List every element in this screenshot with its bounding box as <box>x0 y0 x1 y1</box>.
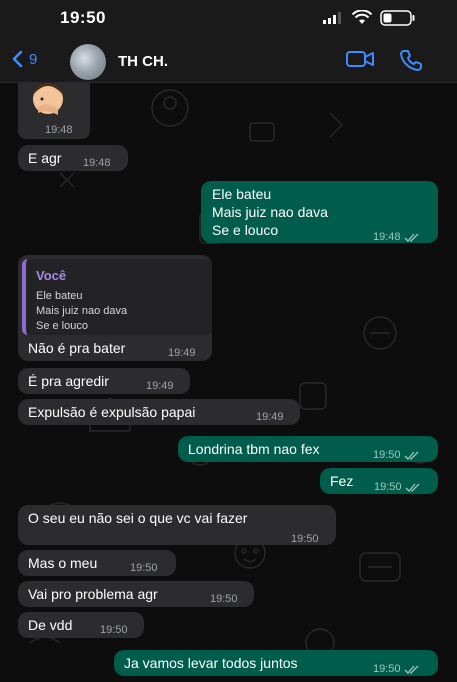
message-bubble-incoming[interactable]: Expulsão é expulsão papai 19:49 <box>18 399 300 425</box>
message-time: 19:50 <box>291 533 319 545</box>
message-time: 19:49 <box>256 411 284 423</box>
message-bubble-outgoing[interactable]: Londrina tbm nao fex 19:50 <box>178 436 438 462</box>
message-bubble-incoming[interactable]: É pra agredir 19:49 <box>18 368 190 394</box>
contact-name[interactable]: TH CH. <box>118 53 168 70</box>
status-bar: 19:50 <box>0 0 457 38</box>
message-bubble-incoming[interactable]: Mas o meu 19:50 <box>18 550 176 576</box>
unread-count: 9 <box>29 50 38 68</box>
message-text: O seu eu não sei o que vc vai fazer <box>28 510 248 526</box>
chevron-left-icon <box>12 50 23 68</box>
message-time: 19:48 <box>83 157 111 169</box>
message-text: Londrina tbm nao fex <box>188 441 320 457</box>
message-text-line: Mais juiz nao dava <box>212 204 328 220</box>
message-bubble-outgoing[interactable]: Fez 19:50 <box>320 468 438 494</box>
message-bubble-incoming[interactable]: O seu eu não sei o que vc vai fazer 19:5… <box>18 505 336 545</box>
video-camera-icon[interactable] <box>346 50 374 68</box>
message-text-line: Ele bateu <box>212 186 272 202</box>
message-bubble-incoming[interactable]: E agr 19:48 <box>18 145 128 171</box>
emoji-message[interactable]: 19:48 <box>18 83 90 139</box>
message-text: Ja vamos levar todos juntos <box>124 655 298 671</box>
back-button[interactable]: 9 <box>12 50 37 68</box>
message-bubble-incoming[interactable]: De vdd 19:50 <box>18 612 144 638</box>
message-text: Não é pra bater <box>28 340 126 356</box>
message-time: 19:49 <box>168 347 196 359</box>
message-text: De vdd <box>28 617 73 633</box>
phone-icon[interactable] <box>400 49 422 71</box>
message-bubble-outgoing[interactable]: Ele bateu Mais juiz nao dava Se e louco … <box>201 181 438 243</box>
read-receipt-icon <box>405 483 419 492</box>
message-text-line: Se e louco <box>212 222 279 238</box>
quoted-message[interactable]: Você Ele bateu Mais juiz nao dava Se e l… <box>22 259 212 335</box>
message-time: 19:50 <box>210 593 238 605</box>
signal-icon <box>323 12 341 24</box>
message-time: 19:48 <box>45 124 73 136</box>
quote-line: Se e louco <box>36 320 88 332</box>
message-time: 19:48 <box>373 231 401 243</box>
message-bubble-incoming-reply[interactable]: Você Ele bateu Mais juiz nao dava Se e l… <box>18 255 212 361</box>
message-text: Expulsão é expulsão papai <box>28 404 196 420</box>
quote-author: Você <box>36 268 67 283</box>
message-time: 19:50 <box>374 481 402 493</box>
message-text: É pra agredir <box>28 373 109 389</box>
chat-header: 9 TH CH. <box>0 38 457 83</box>
read-receipt-icon <box>404 233 418 242</box>
message-text: Fez <box>330 473 354 489</box>
read-receipt-icon <box>404 451 418 460</box>
message-time: 19:50 <box>130 562 158 574</box>
status-time: 19:50 <box>60 8 106 27</box>
person-facepalming-icon <box>33 83 63 115</box>
message-bubble-incoming[interactable]: Vai pro problema agr 19:50 <box>18 581 254 607</box>
avatar[interactable] <box>70 44 106 80</box>
message-time: 19:49 <box>146 380 174 392</box>
message-text: E agr <box>28 150 62 166</box>
message-text: Mas o meu <box>28 555 98 571</box>
message-bubble-outgoing[interactable]: Ja vamos levar todos juntos 19:50 <box>114 650 438 676</box>
message-time: 19:50 <box>373 449 401 461</box>
battery-icon <box>380 10 415 26</box>
wifi-icon <box>352 10 372 24</box>
chat-area[interactable]: 19:48 E agr 19:48 Ele bateu Mais juiz na… <box>0 83 457 682</box>
message-time: 19:50 <box>373 663 401 675</box>
message-time: 19:50 <box>100 624 128 636</box>
read-receipt-icon <box>404 665 418 674</box>
message-text: Vai pro problema agr <box>28 586 158 602</box>
